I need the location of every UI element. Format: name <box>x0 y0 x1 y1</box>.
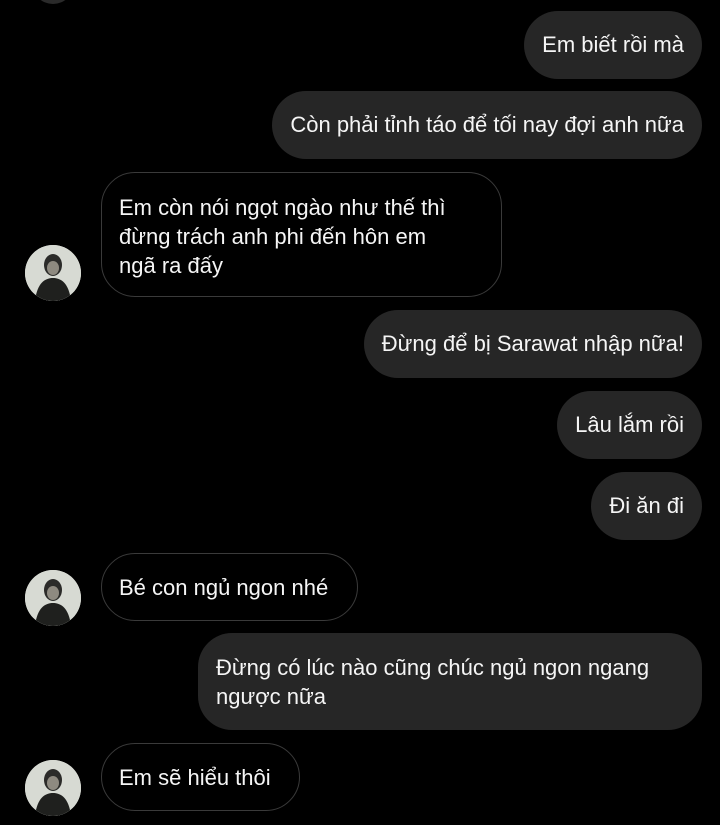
message-bubble-outgoing[interactable]: Đừng để bị Sarawat nhập nữa! <box>363 310 702 378</box>
message-bubble-outgoing[interactable]: Lâu lắm rồi <box>557 391 702 459</box>
message-bubble-outgoing[interactable]: Đừng có lúc nào cũng chúc ngủ ngon ngang… <box>198 633 702 730</box>
contact-avatar-icon-partial <box>32 0 74 4</box>
message-bubble-outgoing[interactable]: Đi ăn đi <box>591 472 702 540</box>
contact-avatar-icon[interactable] <box>25 245 81 301</box>
message-bubble-outgoing[interactable]: Em biết rồi mà <box>524 11 702 79</box>
message-bubble-incoming[interactable]: Em sẽ hiểu thôi <box>101 743 300 811</box>
contact-avatar-icon[interactable] <box>25 570 81 626</box>
message-bubble-incoming[interactable]: Bé con ngủ ngon nhé <box>101 553 358 621</box>
message-bubble-incoming[interactable]: Em còn nói ngọt ngào như thế thì đừng tr… <box>101 172 502 297</box>
chat-thread[interactable]: Em biết rồi mà Còn phải tỉnh táo để tối … <box>0 0 720 825</box>
message-bubble-outgoing[interactable]: Còn phải tỉnh táo để tối nay đợi anh nữa <box>272 91 702 159</box>
contact-avatar-icon[interactable] <box>25 760 81 816</box>
